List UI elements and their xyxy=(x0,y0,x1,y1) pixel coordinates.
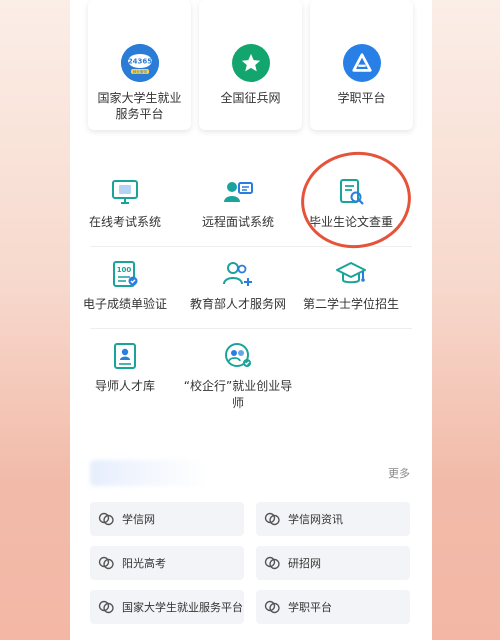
service-mentor-database[interactable]: 导师人才库 xyxy=(70,340,180,395)
people-add-icon xyxy=(223,262,252,286)
link-label: 学职平台 xyxy=(288,601,332,614)
link-label: 阳光高考 xyxy=(122,557,166,570)
triangle-logo-icon xyxy=(342,44,381,82)
service-label: 远程面试系统 xyxy=(201,215,274,229)
service-remote-interview[interactable]: 远程面试系统 xyxy=(183,176,293,231)
link-icon xyxy=(98,512,118,526)
row-divider xyxy=(90,328,412,329)
service-label: 导师人才库 xyxy=(94,379,155,393)
badge-top-text: 24365 xyxy=(127,58,151,66)
mentor-database-icon xyxy=(114,343,136,369)
service-transcript-verify[interactable]: 100 电子成绩单验证 xyxy=(70,258,180,313)
link-icon xyxy=(264,512,284,526)
link-label: 学信网资讯 xyxy=(288,513,343,526)
service-second-degree[interactable]: 第二学士学位招生 xyxy=(296,258,406,313)
link-label: 研招网 xyxy=(288,557,321,570)
star-icon xyxy=(231,44,270,82)
link-label: 学信网 xyxy=(122,513,155,526)
card-label: 全国征兵网 xyxy=(220,91,281,105)
service-online-exam[interactable]: 在线考试系统 xyxy=(70,176,180,231)
blurred-section-title xyxy=(90,460,208,486)
24365-logo-icon: 24365 就业服务 xyxy=(120,44,159,82)
link-yanzhao[interactable]: 研招网 xyxy=(256,546,410,580)
mentor-group-icon xyxy=(225,343,251,367)
card-label: 国家大学生就业服务平台 xyxy=(97,91,182,121)
service-label: “校企行”就业创业导师 xyxy=(183,379,293,410)
interview-icon xyxy=(224,182,253,202)
highlight-circle xyxy=(294,144,418,256)
card-national-employment-platform[interactable]: 24365 就业服务 国家大学生就业服务平台 xyxy=(88,0,191,130)
link-icon xyxy=(264,600,284,614)
monitor-icon xyxy=(112,180,138,204)
card-recruitment-site[interactable]: 全国征兵网 xyxy=(199,0,302,130)
graduation-cap-icon xyxy=(336,262,366,284)
svg-text:100: 100 xyxy=(117,266,132,274)
service-enterprise-mentor[interactable]: “校企行”就业创业导师 xyxy=(183,340,293,412)
link-chsi-news[interactable]: 学信网资讯 xyxy=(256,502,410,536)
card-label: 学职平台 xyxy=(337,91,386,105)
service-label: 在线考试系统 xyxy=(88,215,161,229)
more-link[interactable]: 更多 xyxy=(388,465,410,481)
service-label: 教育部人才服务网 xyxy=(189,297,286,311)
phone-screen: 24365 就业服务 国家大学生就业服务平台 全国征兵网 学职平台 在线考试系统… xyxy=(70,0,432,640)
service-label: 第二学士学位招生 xyxy=(302,297,399,311)
score-report-icon: 100 xyxy=(113,261,138,287)
service-label: 电子成绩单验证 xyxy=(82,297,167,311)
link-label: 国家大学生就业服务平台 xyxy=(122,601,243,614)
card-xuezhi-platform[interactable]: 学职平台 xyxy=(310,0,413,130)
link-national-employment[interactable]: 国家大学生就业服务平台 xyxy=(90,590,244,624)
service-moe-talent[interactable]: 教育部人才服务网 xyxy=(183,258,293,313)
badge-bottom-text: 就业服务 xyxy=(132,69,147,74)
link-icon xyxy=(98,600,118,614)
top-card-row: 24365 就业服务 国家大学生就业服务平台 全国征兵网 学职平台 xyxy=(70,0,432,140)
link-gaokao[interactable]: 阳光高考 xyxy=(90,546,244,580)
link-icon xyxy=(98,556,118,570)
link-chsi[interactable]: 学信网 xyxy=(90,502,244,536)
link-xuezhi[interactable]: 学职平台 xyxy=(256,590,410,624)
link-icon xyxy=(264,556,284,570)
